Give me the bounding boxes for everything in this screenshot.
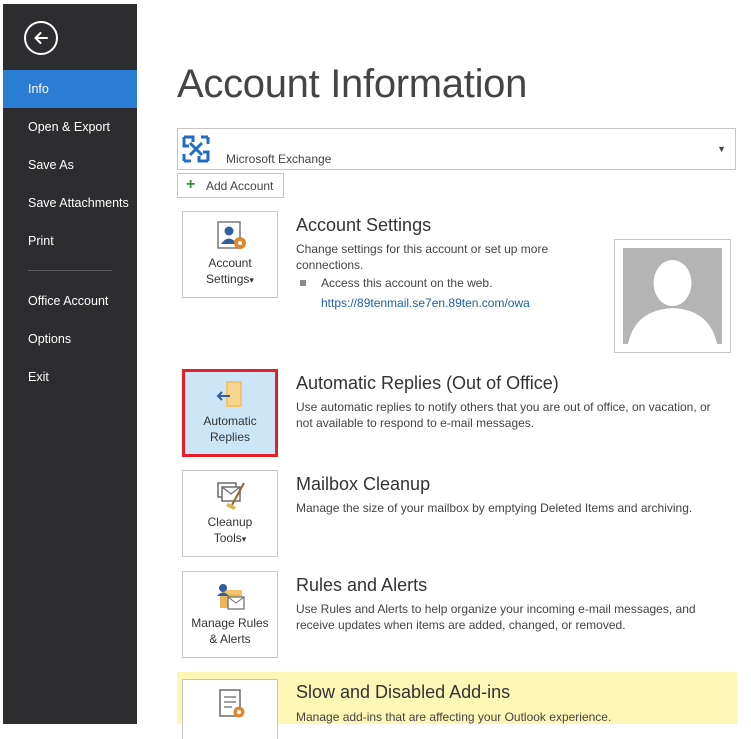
rules-alerts-title: Rules and Alerts: [296, 575, 428, 595]
account-selector-label: Microsoft Exchange: [226, 152, 332, 166]
chevron-down-icon: ▾: [241, 534, 247, 544]
back-button[interactable]: [24, 21, 58, 55]
chevron-down-icon: ▾: [249, 275, 254, 285]
cleanup-tools-icon: [217, 482, 245, 510]
account-settings-icon: [217, 221, 246, 249]
manage-addins-button[interactable]: [182, 679, 278, 739]
account-settings-tile-label-2: Settings: [206, 272, 250, 286]
mailbox-cleanup-section: Cleanup Tools▾ Mailbox Cleanup Manage th…: [177, 469, 737, 559]
person-silhouette-icon: [628, 260, 717, 344]
add-account-button[interactable]: + Add Account: [177, 173, 284, 198]
owa-link[interactable]: https://89tenmail.se7en.89ten.com/owa: [321, 296, 530, 310]
automatic-replies-section: Automatic Replies Automatic Replies (Out…: [177, 368, 737, 458]
cleanup-tools-tile-label-2: Tools: [213, 531, 242, 545]
mailbox-cleanup-title: Mailbox Cleanup: [296, 474, 431, 494]
nav-save-attachments[interactable]: Save Attachments: [3, 184, 137, 222]
cleanup-tools-tile-label-1: Cleanup: [207, 515, 253, 529]
automatic-replies-description: Use automatic replies to notify others t…: [296, 400, 711, 430]
profile-picture[interactable]: [614, 239, 731, 353]
web-access-text: Access this account on the web.: [321, 276, 493, 290]
cleanup-tools-button[interactable]: Cleanup Tools▾: [182, 470, 278, 557]
nav-exit[interactable]: Exit: [3, 358, 137, 396]
mailbox-cleanup-description: Manage the size of your mailbox by empty…: [296, 501, 693, 515]
nav-options[interactable]: Options: [3, 320, 137, 358]
exchange-icon: [182, 135, 210, 163]
account-settings-title: Account Settings: [296, 215, 432, 235]
automatic-replies-button[interactable]: Automatic Replies: [182, 369, 278, 457]
account-selector[interactable]: Microsoft Exchange ▼: [177, 128, 736, 170]
account-settings-tile-label-1: Account: [208, 256, 252, 270]
addins-title: Slow and Disabled Add-ins: [296, 682, 511, 702]
manage-rules-tile-label-1: Manage Rules: [191, 616, 269, 630]
automatic-replies-tile-label-2: Replies: [209, 430, 251, 444]
avatar: [623, 248, 722, 344]
nav-divider: [28, 270, 112, 271]
addins-section: Slow and Disabled Add-ins Manage add-ins…: [177, 672, 737, 739]
automatic-replies-icon: [216, 381, 242, 407]
addins-icon: [219, 689, 245, 718]
nav-info[interactable]: Info: [3, 70, 137, 108]
rules-alerts-section: Manage Rules & Alerts Rules and Alerts U…: [177, 570, 737, 660]
rules-alerts-description: Use Rules and Alerts to help organize yo…: [296, 602, 696, 632]
nav-save-as[interactable]: Save As: [3, 146, 137, 184]
automatic-replies-tile-label-1: Automatic: [203, 414, 257, 428]
nav-office-account[interactable]: Office Account: [3, 282, 137, 320]
back-arrow-icon: [34, 32, 48, 44]
plus-icon: +: [186, 176, 196, 193]
dropdown-caret-icon: ▼: [717, 144, 726, 154]
account-settings-description: Change settings for this account or set …: [296, 242, 549, 272]
nav-print[interactable]: Print: [3, 222, 137, 260]
manage-rules-alerts-button[interactable]: Manage Rules & Alerts: [182, 571, 278, 658]
addins-description: Manage add-ins that are affecting your O…: [296, 710, 612, 724]
nav-open-export[interactable]: Open & Export: [3, 108, 137, 146]
add-account-label: Add Account: [206, 179, 274, 193]
account-settings-button[interactable]: Account Settings▾: [182, 211, 278, 298]
bullet-icon: [300, 280, 306, 286]
manage-rules-tile-label-2: & Alerts: [209, 632, 251, 646]
automatic-replies-title: Automatic Replies (Out of Office): [296, 373, 559, 393]
backstage-sidebar: Info Open & Export Save As Save Attachme…: [3, 4, 137, 724]
rules-alerts-icon: [217, 584, 245, 610]
page-title: Account Information: [177, 62, 528, 106]
